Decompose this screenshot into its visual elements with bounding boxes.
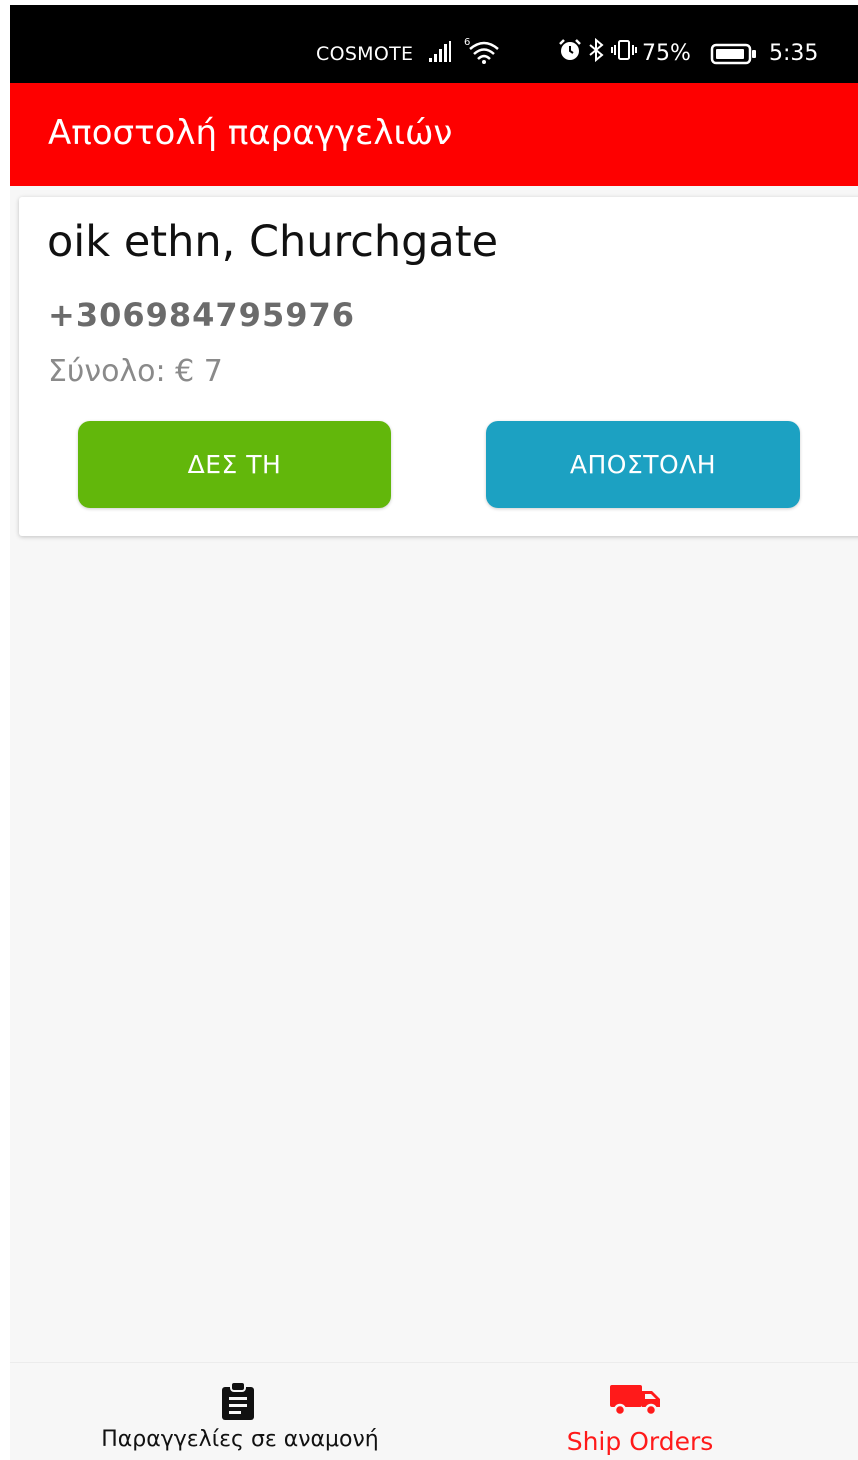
wifi-icon: 6 — [464, 37, 499, 64]
vibrate-icon — [611, 40, 637, 60]
app-screen: COSMOTE 6 75% 5:35 Αποστολή παραγγελιών … — [10, 5, 858, 1460]
svg-text:6: 6 — [464, 37, 470, 48]
battery-icon — [710, 43, 756, 65]
nav-label-ship-orders: Ship Orders — [566, 1427, 714, 1456]
signal-icon — [429, 41, 451, 62]
ship-order-button[interactable]: ΑΠΟΣΤΟΛΗ — [486, 421, 800, 508]
nav-item-ship-orders[interactable]: Ship Orders — [510, 1363, 770, 1460]
carrier-label: COSMOTE — [316, 43, 414, 65]
clock: 5:35 — [769, 41, 819, 66]
page-title: Αποστολή παραγγελιών — [48, 113, 453, 153]
view-order-button-label: ΔΕΣ ΤΗ — [187, 450, 282, 479]
bottom-nav: Παραγγελίες σε αναμονή Ship Orders — [10, 1362, 858, 1460]
alarm-icon — [559, 39, 581, 60]
customer-phone: +306984795976 — [48, 296, 355, 334]
order-total: Σύνολο: € 7 — [48, 354, 223, 389]
nav-item-pending-orders[interactable]: Παραγγελίες σε αναμονή — [50, 1363, 430, 1460]
app-bar: Αποστολή παραγγελιών — [10, 83, 858, 186]
customer-name: oik ethn, Churchgate — [47, 217, 499, 267]
truck-icon — [610, 1385, 660, 1417]
bluetooth-icon — [589, 38, 604, 62]
nav-label-pending-orders: Παραγγελίες σε αναμονή — [101, 1427, 379, 1452]
view-order-button[interactable]: ΔΕΣ ΤΗ — [78, 421, 391, 508]
clipboard-icon — [222, 1381, 254, 1420]
order-card: oik ethn, Churchgate +306984795976 Σύνολ… — [19, 197, 858, 536]
ship-order-button-label: ΑΠΟΣΤΟΛΗ — [569, 450, 717, 479]
battery-percent: 75% — [642, 41, 691, 66]
status-bar: COSMOTE 6 75% 5:35 — [10, 5, 858, 83]
